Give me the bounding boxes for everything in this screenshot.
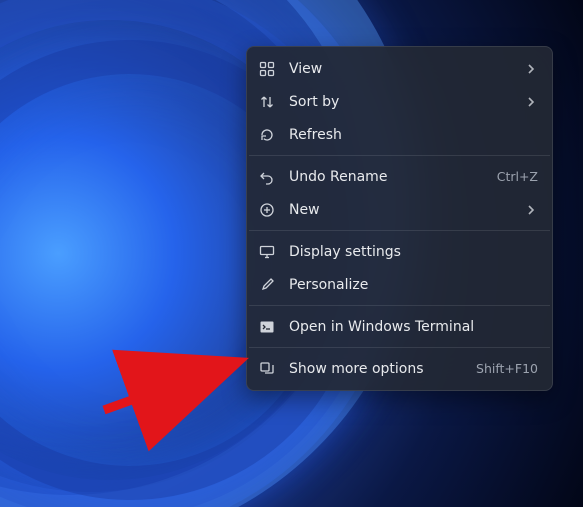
new-icon <box>259 202 275 218</box>
menu-item-label: Open in Windows Terminal <box>289 319 538 335</box>
menu-item-shortcut: Shift+F10 <box>476 361 538 376</box>
menu-item-show-more-options[interactable]: Show more options Shift+F10 <box>247 352 552 385</box>
menu-item-label: Personalize <box>289 277 538 293</box>
menu-item-label: Sort by <box>289 94 524 110</box>
menu-item-terminal[interactable]: Open in Windows Terminal <box>247 310 552 343</box>
menu-item-label: View <box>289 61 524 77</box>
menu-separator <box>249 305 550 306</box>
menu-item-label: Undo Rename <box>289 169 489 185</box>
menu-separator <box>249 230 550 231</box>
undo-icon <box>259 169 275 185</box>
view-icon <box>259 61 275 77</box>
menu-item-sort[interactable]: Sort by <box>247 85 552 118</box>
personalize-icon <box>259 277 275 293</box>
display-icon <box>259 244 275 260</box>
more-options-icon <box>259 361 275 377</box>
menu-item-shortcut: Ctrl+Z <box>497 169 538 184</box>
desktop-context-menu: View Sort by Refresh Undo Rename Ctrl+Z … <box>246 46 553 391</box>
menu-item-display-settings[interactable]: Display settings <box>247 235 552 268</box>
menu-item-new[interactable]: New <box>247 193 552 226</box>
menu-item-view[interactable]: View <box>247 52 552 85</box>
terminal-icon <box>259 319 275 335</box>
menu-item-label: Show more options <box>289 361 468 377</box>
sort-icon <box>259 94 275 110</box>
menu-item-label: Display settings <box>289 244 538 260</box>
menu-item-personalize[interactable]: Personalize <box>247 268 552 301</box>
menu-item-label: Refresh <box>289 127 538 143</box>
refresh-icon <box>259 127 275 143</box>
chevron-right-icon <box>524 203 538 217</box>
menu-separator <box>249 155 550 156</box>
menu-separator <box>249 347 550 348</box>
menu-item-refresh[interactable]: Refresh <box>247 118 552 151</box>
menu-item-undo[interactable]: Undo Rename Ctrl+Z <box>247 160 552 193</box>
menu-item-label: New <box>289 202 524 218</box>
chevron-right-icon <box>524 95 538 109</box>
chevron-right-icon <box>524 62 538 76</box>
